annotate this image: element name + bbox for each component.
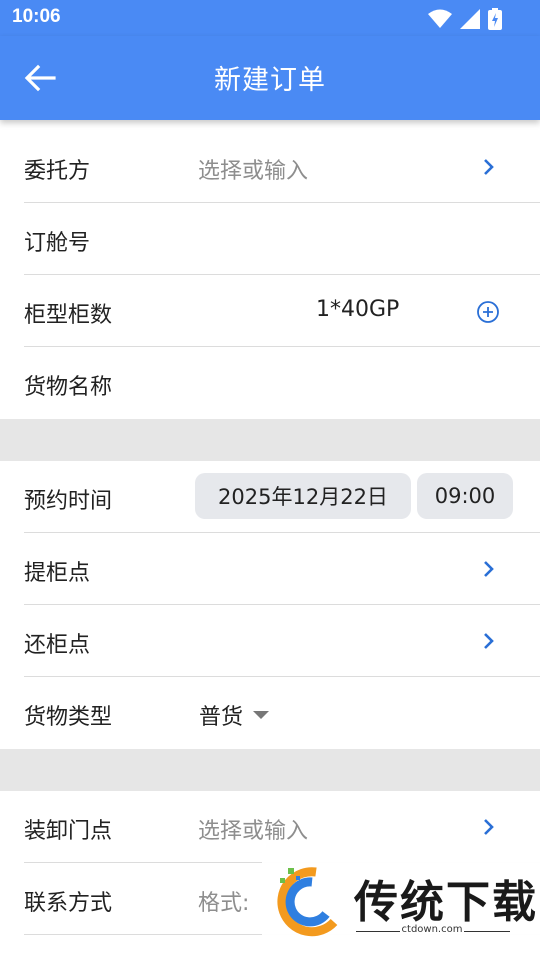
client-label: 委托方 bbox=[24, 159, 91, 184]
wifi-icon bbox=[428, 9, 452, 28]
battery-icon bbox=[488, 8, 502, 30]
goods-type-value: 普货 bbox=[199, 705, 244, 730]
watermark-url: ctdown.com bbox=[401, 924, 463, 935]
section-divider bbox=[0, 419, 540, 461]
chevron-right-icon[interactable] bbox=[482, 630, 496, 652]
loading-point-input[interactable]: 选择或输入 bbox=[198, 813, 308, 845]
client-row[interactable]: 委托方 选择或输入 bbox=[24, 131, 540, 203]
loading-point-row[interactable]: 装卸门点 选择或输入 bbox=[24, 791, 540, 863]
status-icons bbox=[428, 8, 502, 30]
watermark-rule bbox=[464, 931, 510, 932]
appointment-row: 预约时间 2025年12月22日 09:00 bbox=[24, 461, 540, 533]
contact-input[interactable]: 格式: bbox=[198, 885, 249, 917]
caret-down-icon bbox=[253, 711, 270, 719]
watermark-logo-icon bbox=[277, 867, 338, 937]
goods-type-label: 货物类型 bbox=[24, 705, 113, 730]
order-basic-section: 委托方 选择或输入 订舱号 柜型柜数 1*40GP 货物名称 bbox=[0, 131, 540, 419]
watermark-brand: 传统下载 bbox=[354, 877, 538, 928]
booking-number-row[interactable]: 订舱号 bbox=[24, 203, 540, 275]
goods-type-row: 货物类型 普货 bbox=[24, 677, 540, 749]
goods-type-dropdown[interactable]: 普货 bbox=[199, 699, 270, 731]
contact-label: 联系方式 bbox=[24, 891, 113, 916]
add-circle-icon[interactable] bbox=[476, 300, 500, 324]
status-bar: 10:06 bbox=[0, 0, 540, 36]
goods-name-label: 货物名称 bbox=[24, 375, 113, 400]
signal-icon bbox=[460, 9, 480, 29]
schedule-section: 预约时间 2025年12月22日 09:00 提柜点 还柜点 货物类型 普货 bbox=[0, 461, 540, 749]
return-point-row[interactable]: 还柜点 bbox=[24, 605, 540, 677]
client-input[interactable]: 选择或输入 bbox=[198, 153, 308, 185]
section-divider bbox=[0, 749, 540, 791]
chevron-right-icon[interactable] bbox=[482, 558, 496, 580]
booking-number-label: 订舱号 bbox=[24, 231, 91, 256]
return-point-label: 还柜点 bbox=[24, 633, 91, 658]
status-time: 10:06 bbox=[12, 6, 61, 27]
pickup-point-label: 提柜点 bbox=[24, 561, 91, 586]
container-row[interactable]: 柜型柜数 1*40GP bbox=[24, 275, 540, 347]
pickup-point-row[interactable]: 提柜点 bbox=[24, 533, 540, 605]
appointment-label: 预约时间 bbox=[24, 489, 113, 514]
container-value[interactable]: 1*40GP bbox=[316, 297, 399, 322]
time-picker[interactable]: 09:00 bbox=[417, 473, 513, 519]
chevron-right-icon[interactable] bbox=[482, 816, 496, 838]
watermark: 传统下载 ctdown.com bbox=[262, 860, 540, 960]
page-title: 新建订单 bbox=[214, 65, 326, 96]
loading-point-label: 装卸门点 bbox=[24, 819, 113, 844]
container-label: 柜型柜数 bbox=[24, 303, 113, 328]
goods-name-row[interactable]: 货物名称 bbox=[24, 347, 540, 419]
date-picker[interactable]: 2025年12月22日 bbox=[195, 473, 411, 519]
chevron-right-icon[interactable] bbox=[482, 156, 496, 178]
app-bar: 新建订单 bbox=[0, 36, 540, 120]
